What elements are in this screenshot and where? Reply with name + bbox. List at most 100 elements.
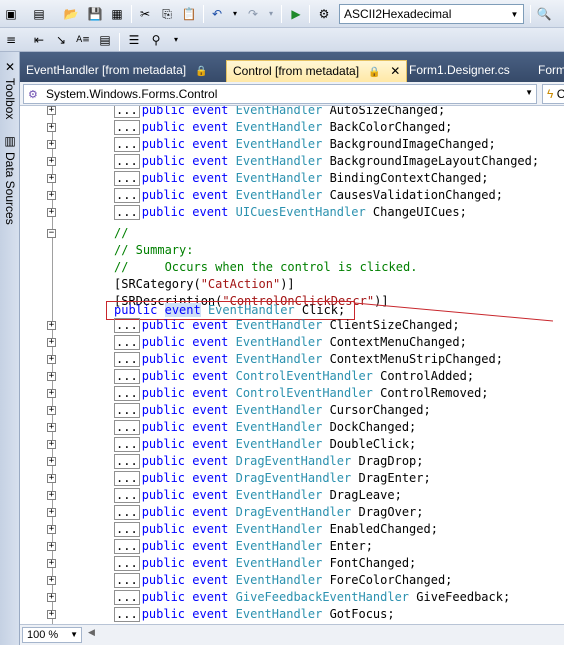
member-name: BackColorChanged;	[329, 120, 453, 134]
code-line: +... public event GiveFeedbackEventHandle…	[20, 589, 564, 606]
find-in-files-icon[interactable]: 🔍	[535, 5, 553, 23]
collapse-icon[interactable]: −	[47, 229, 56, 238]
undo-icon[interactable]: ↶	[208, 5, 226, 23]
expand-icon[interactable]: +	[47, 423, 56, 432]
collapsed-region[interactable]: ...	[114, 420, 140, 435]
types-combo[interactable]: ⚙ System.Windows.Forms.Control ▼	[23, 84, 537, 104]
collapsed-region[interactable]: ...	[114, 556, 140, 571]
expand-icon[interactable]: +	[47, 321, 56, 330]
expand-icon[interactable]: +	[47, 593, 56, 602]
code-editor[interactable]: +... public event EventHandler AutoSizeCh…	[20, 106, 564, 624]
keyword-public: public	[141, 205, 186, 219]
chevron-down-icon[interactable]: ▼	[525, 88, 533, 97]
collapsed-region[interactable]: ...	[114, 106, 140, 118]
expand-icon[interactable]: +	[47, 559, 56, 568]
chevron-down-icon[interactable]: ▼	[508, 7, 521, 21]
collapsed-region[interactable]: ...	[114, 137, 140, 152]
paste-icon[interactable]: 📋	[180, 5, 198, 23]
open-file-icon[interactable]: 📂	[62, 5, 80, 23]
expand-icon[interactable]: +	[47, 542, 56, 551]
undo-dropdown-icon[interactable]: ▾	[226, 5, 244, 23]
zoom-combo[interactable]: 100 % ▼	[22, 627, 82, 643]
expand-icon[interactable]: +	[47, 372, 56, 381]
close-icon[interactable]: ✕	[390, 64, 400, 78]
expand-icon[interactable]: +	[47, 123, 56, 132]
toolbox-tab[interactable]: ✕ Toolbox	[2, 60, 18, 119]
expand-icon[interactable]: +	[47, 140, 56, 149]
collapsed-region[interactable]: ...	[114, 454, 140, 469]
expand-icon[interactable]: +	[47, 457, 56, 466]
chevron-down-icon[interactable]: ▼	[70, 628, 78, 642]
collapsed-region[interactable]: ...	[114, 154, 140, 169]
keyword-public: public	[141, 386, 186, 400]
collapsed-region[interactable]: ...	[114, 607, 140, 622]
uncomment-icon[interactable]: ⚲	[147, 31, 165, 49]
scroll-left-icon[interactable]: ◀	[88, 628, 95, 638]
tab-control[interactable]: Control [from metadata] 🔒 ✕	[226, 60, 408, 82]
collapsed-region[interactable]: ...	[114, 188, 140, 203]
parameter-info-icon[interactable]: A≡	[74, 31, 92, 49]
redo-dropdown-icon[interactable]: ▾	[262, 5, 280, 23]
expand-icon[interactable]: +	[47, 355, 56, 364]
expand-icon[interactable]: +	[47, 576, 56, 585]
expand-icon[interactable]: +	[47, 491, 56, 500]
collapsed-region[interactable]: ...	[114, 590, 140, 605]
members-combo[interactable]: ϟ C	[542, 84, 564, 104]
tab-eventhandler[interactable]: EventHandler [from metadata] 🔒	[20, 60, 214, 82]
collapsed-region[interactable]: ...	[114, 171, 140, 186]
add-item-icon[interactable]: ▤	[30, 5, 48, 23]
outdent-icon[interactable]: ⇤	[30, 31, 48, 49]
cut-icon[interactable]: ✂	[136, 5, 154, 23]
start-debugging-icon[interactable]: ▶	[287, 5, 305, 23]
collapsed-region[interactable]: ...	[114, 335, 140, 350]
attribute-string: "CatAction"	[200, 277, 281, 291]
expand-icon[interactable]: +	[47, 508, 56, 517]
save-all-icon[interactable]: ▦	[108, 5, 126, 23]
collapsed-region[interactable]: ...	[114, 403, 140, 418]
expand-icon[interactable]: +	[47, 440, 56, 449]
expand-icon[interactable]: +	[47, 106, 56, 115]
copy-icon[interactable]: ⎘	[158, 5, 176, 23]
keyword-public: public	[141, 471, 186, 485]
collapsed-region[interactable]: ...	[114, 471, 140, 486]
collapsed-region[interactable]: ...	[114, 573, 140, 588]
indent-icon[interactable]: ≡	[2, 31, 20, 49]
tab-form1-designer[interactable]: Form1.Designer.cs	[403, 60, 516, 82]
expand-icon[interactable]: +	[47, 525, 56, 534]
expand-icon[interactable]: +	[47, 610, 56, 619]
collapsed-region[interactable]: ...	[114, 437, 140, 452]
toolbar-options-icon[interactable]: ▾	[167, 31, 185, 49]
collapsed-region[interactable]: ...	[114, 120, 140, 135]
quick-info-icon[interactable]: ▤	[96, 31, 114, 49]
member-list-icon[interactable]: ↘	[52, 31, 70, 49]
collapsed-region[interactable]: ...	[114, 318, 140, 333]
data-sources-tab[interactable]: ▥ Data Sources	[2, 134, 18, 225]
expand-icon[interactable]: +	[47, 474, 56, 483]
comment-out-icon[interactable]: ☰	[125, 31, 143, 49]
find-combo[interactable]: ASCII2Hexadecimal ▼	[339, 4, 524, 24]
expand-icon[interactable]: +	[47, 174, 56, 183]
save-icon[interactable]: 💾	[86, 5, 104, 23]
collapsed-region[interactable]: ...	[114, 352, 140, 367]
collapsed-region[interactable]: ...	[114, 369, 140, 384]
expand-icon[interactable]: +	[47, 208, 56, 217]
redo-icon[interactable]: ↷	[244, 5, 262, 23]
expand-icon[interactable]: +	[47, 157, 56, 166]
expand-icon[interactable]: +	[47, 389, 56, 398]
code-line: +... public event EventHandler Enter;	[20, 538, 564, 555]
type-name: EventHandler	[235, 573, 323, 587]
expand-icon[interactable]: +	[47, 338, 56, 347]
collapsed-region[interactable]: ...	[114, 539, 140, 554]
expand-icon[interactable]: +	[47, 191, 56, 200]
new-project-icon[interactable]: ▣	[2, 5, 20, 23]
collapsed-region[interactable]: ...	[114, 522, 140, 537]
collapsed-region[interactable]: ...	[114, 505, 140, 520]
tab-form[interactable]: Form	[532, 60, 564, 82]
code-line: +... public event EventHandler AutoSizeCh…	[20, 106, 564, 119]
collapsed-region[interactable]: ...	[114, 205, 140, 220]
solution-configurations-icon[interactable]: ⚙	[315, 5, 333, 23]
collapsed-region[interactable]: ...	[114, 488, 140, 503]
expand-icon[interactable]: +	[47, 406, 56, 415]
editor-footer: 100 % ▼ ◀	[20, 624, 564, 645]
collapsed-region[interactable]: ...	[114, 386, 140, 401]
